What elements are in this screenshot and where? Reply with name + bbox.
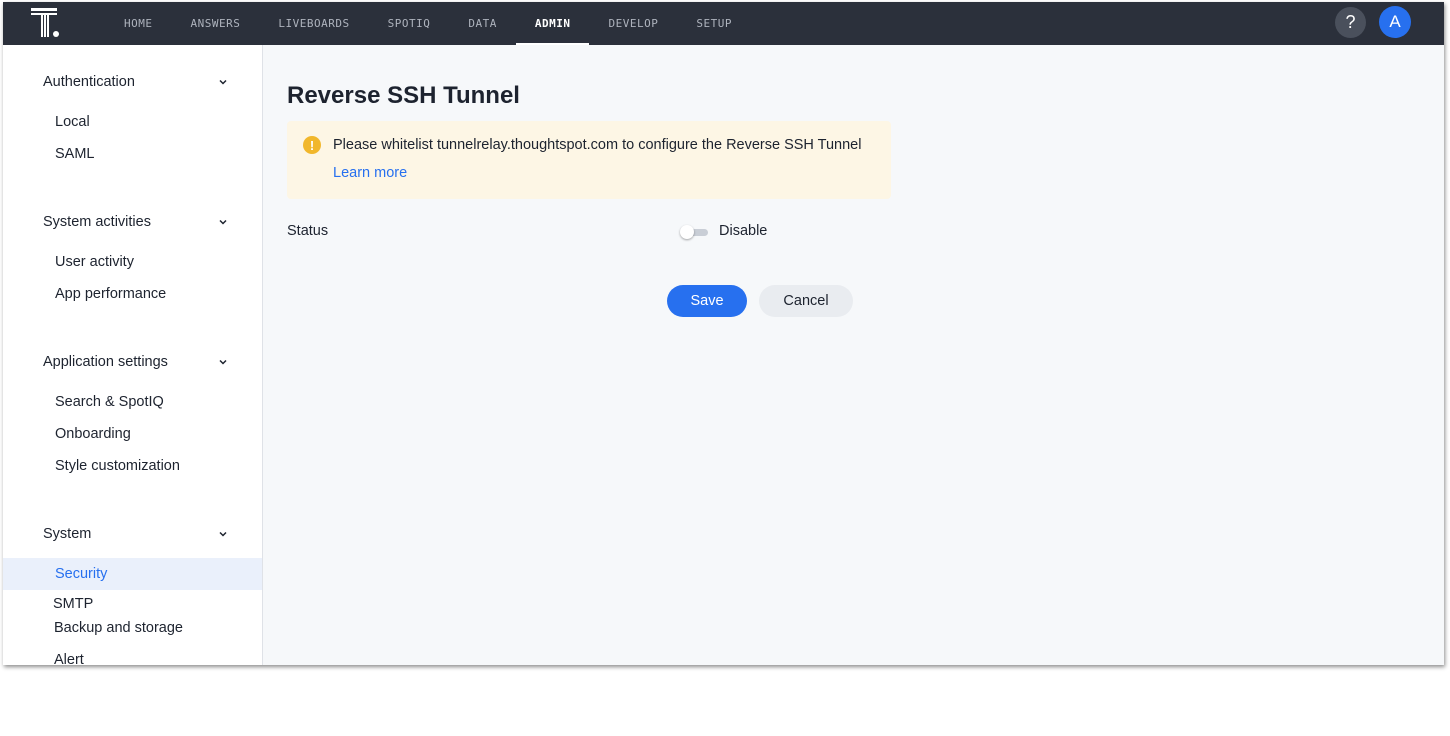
nav-setup[interactable]: SETUP: [677, 2, 751, 45]
nav-spotiq[interactable]: SPOTIQ: [369, 2, 450, 45]
sidebar-item-alert[interactable]: Alert: [54, 650, 84, 665]
section-title: System: [43, 526, 92, 542]
chevron-down-icon: [219, 219, 227, 225]
section-system-activities[interactable]: System activities: [43, 212, 228, 232]
thoughtspot-logo-icon[interactable]: [29, 6, 65, 40]
user-avatar[interactable]: A: [1379, 6, 1411, 38]
status-toggle[interactable]: [680, 225, 708, 239]
main-nav: HOME ANSWERS LIVEBOARDS SPOTIQ DATA ADMI…: [105, 2, 751, 45]
nav-home[interactable]: HOME: [105, 2, 172, 45]
sidebar-item-style-customization[interactable]: Style customization: [55, 456, 180, 476]
section-authentication[interactable]: Authentication: [43, 72, 228, 92]
page-title: Reverse SSH Tunnel: [287, 82, 520, 109]
save-button[interactable]: Save: [667, 285, 747, 317]
chevron-down-icon: [219, 79, 227, 85]
nav-answers[interactable]: ANSWERS: [172, 2, 260, 45]
section-title: Application settings: [43, 354, 168, 370]
sidebar-item-local[interactable]: Local: [55, 112, 90, 132]
nav-liveboards[interactable]: LIVEBOARDS: [259, 2, 368, 45]
sidebar-item-smtp[interactable]: SMTP: [53, 594, 93, 614]
sidebar-item-security[interactable]: Security: [55, 564, 107, 584]
nav-data[interactable]: DATA: [449, 2, 516, 45]
banner-message: Please whitelist tunnelrelay.thoughtspot…: [333, 137, 862, 153]
nav-develop[interactable]: DEVELOP: [589, 2, 677, 45]
section-system[interactable]: System: [43, 524, 228, 544]
chevron-down-icon: [219, 531, 227, 537]
sidebar-item-user-activity[interactable]: User activity: [55, 252, 134, 272]
sidebar-item-onboarding[interactable]: Onboarding: [55, 424, 131, 444]
nav-admin[interactable]: ADMIN: [515, 2, 590, 45]
admin-sidebar: Authentication Local SAML System activit…: [3, 45, 263, 665]
cancel-button[interactable]: Cancel: [759, 285, 853, 317]
chevron-down-icon: [219, 359, 227, 365]
sidebar-item-saml[interactable]: SAML: [55, 144, 95, 164]
top-nav-bar: HOME ANSWERS LIVEBOARDS SPOTIQ DATA ADMI…: [3, 2, 1444, 45]
toggle-knob: [680, 225, 694, 239]
warning-banner: ! Please whitelist tunnelrelay.thoughtsp…: [287, 121, 891, 199]
sidebar-item-search-spotiq[interactable]: Search & SpotIQ: [55, 392, 164, 412]
selected-item-highlight: [3, 558, 262, 590]
app-window: HOME ANSWERS LIVEBOARDS SPOTIQ DATA ADMI…: [3, 2, 1444, 665]
sidebar-item-backup-storage[interactable]: Backup and storage: [54, 618, 183, 638]
status-label: Status: [287, 223, 329, 239]
main-content: Reverse SSH Tunnel ! Please whitelist tu…: [264, 45, 1444, 665]
help-button[interactable]: ?: [1335, 7, 1366, 38]
warning-icon: !: [303, 136, 321, 154]
section-title: System activities: [43, 214, 151, 230]
toggle-state-label: Disable: [719, 223, 768, 239]
sidebar-item-app-performance[interactable]: App performance: [55, 284, 166, 304]
section-title: Authentication: [43, 74, 135, 90]
section-application-settings[interactable]: Application settings: [43, 352, 228, 372]
learn-more-link[interactable]: Learn more: [333, 165, 407, 181]
